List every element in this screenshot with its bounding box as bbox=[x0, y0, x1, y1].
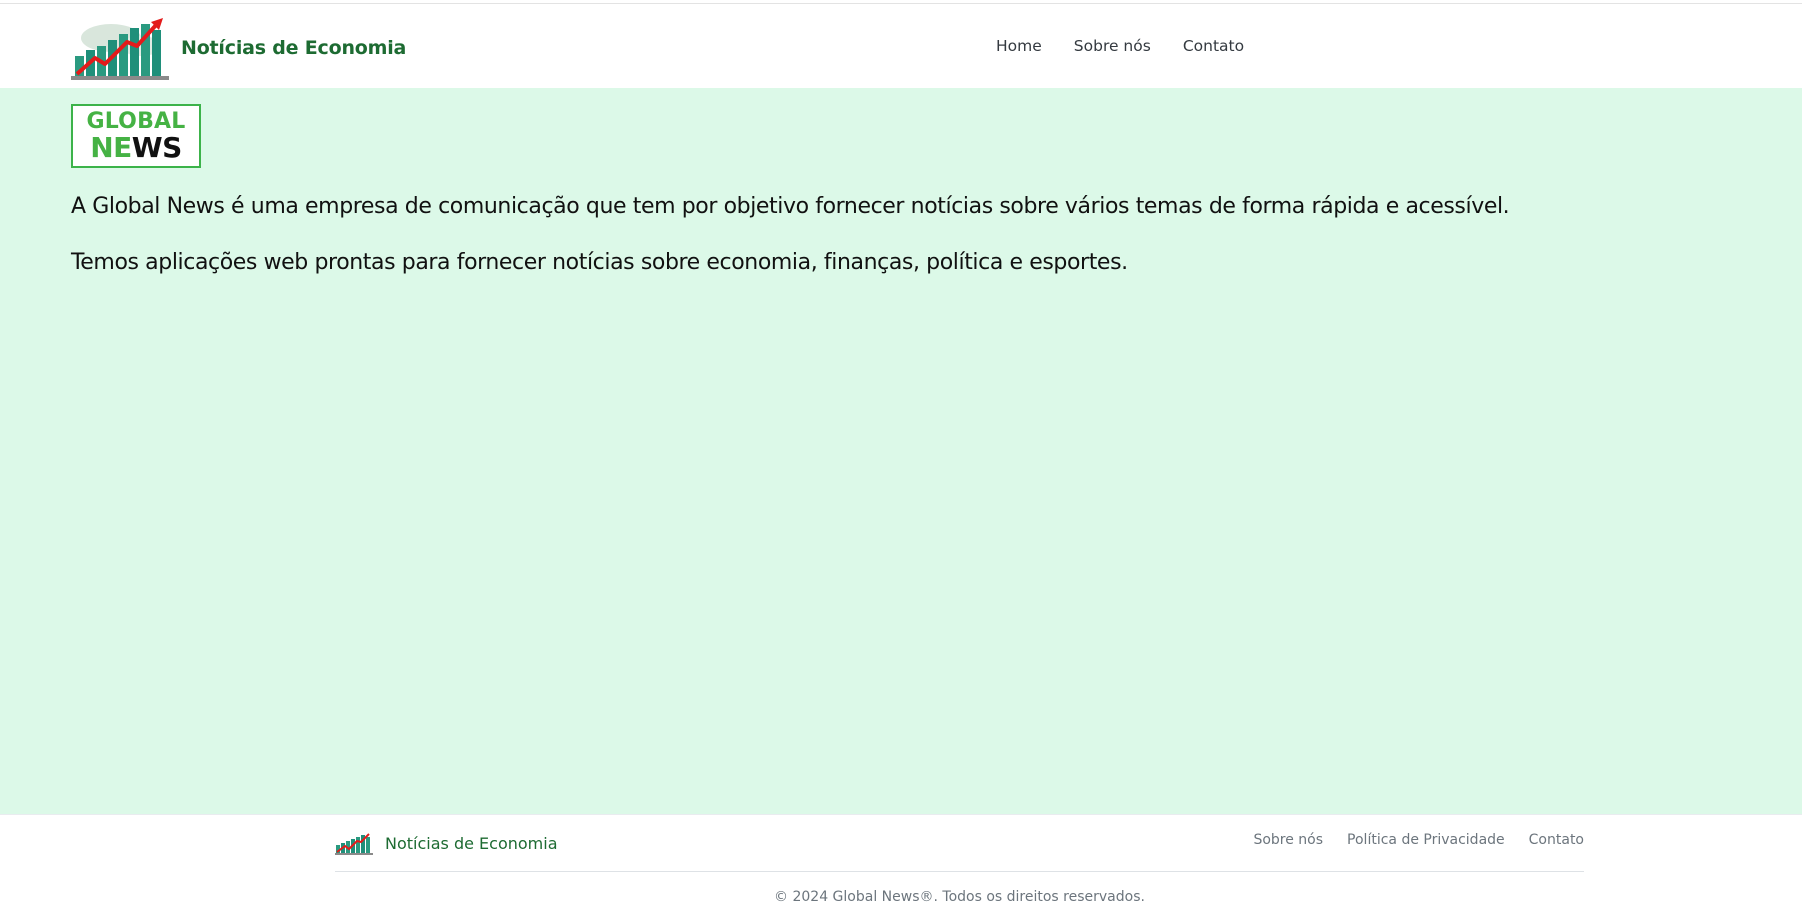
footer-links: Sobre nós Política de Privacidade Contat… bbox=[1229, 832, 1584, 848]
main-content: GLOBAL NEWS A Global News é uma empresa … bbox=[0, 88, 1802, 814]
header-brand-link[interactable]: Notícias de Economia bbox=[71, 16, 406, 80]
site-header: Notícias de Economia Home Sobre nós Cont… bbox=[0, 4, 1802, 88]
footer-container: Notícias de Economia Sobre nós Política … bbox=[335, 815, 1584, 917]
footer-copyright: © 2024 Global News®. Todos os direitos r… bbox=[774, 889, 1145, 905]
footer-link-contato[interactable]: Contato bbox=[1529, 832, 1584, 848]
rising-chart-icon bbox=[71, 16, 169, 80]
rising-chart-icon bbox=[335, 831, 373, 855]
global-news-logo: GLOBAL NEWS bbox=[71, 104, 201, 168]
nav-sobre-nos[interactable]: Sobre nós bbox=[1074, 37, 1151, 55]
site-footer: Notícias de Economia Sobre nós Política … bbox=[0, 814, 1802, 916]
nav-contato[interactable]: Contato bbox=[1183, 37, 1244, 55]
footer-link-sobre-nos[interactable]: Sobre nós bbox=[1253, 832, 1323, 848]
footer-divider bbox=[335, 871, 1584, 872]
nav-home[interactable]: Home bbox=[996, 37, 1042, 55]
intro-paragraph: A Global News é uma empresa de comunicaç… bbox=[71, 194, 1510, 219]
global-news-logo-bottom: NEWS bbox=[90, 134, 182, 162]
footer-brand-name: Notícias de Economia bbox=[385, 833, 558, 853]
footer-link-politica-privacidade[interactable]: Política de Privacidade bbox=[1347, 832, 1505, 848]
main-nav: Home Sobre nós Contato bbox=[996, 4, 1276, 88]
logo-news-green: NE bbox=[90, 131, 132, 164]
header-brand-name: Notícias de Economia bbox=[181, 37, 407, 59]
logo-news-black: WS bbox=[131, 131, 183, 164]
footer-brand-link[interactable]: Notícias de Economia bbox=[335, 831, 558, 855]
services-paragraph: Temos aplicações web prontas para fornec… bbox=[71, 250, 1128, 275]
